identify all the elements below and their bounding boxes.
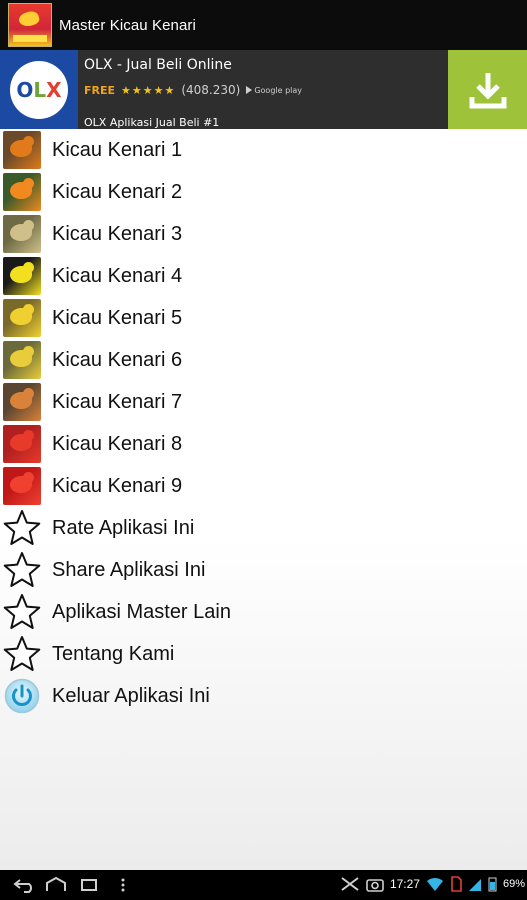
canary-thumbnail-icon [3, 215, 41, 253]
menu-dots-icon[interactable] [120, 877, 126, 893]
home-icon[interactable] [45, 877, 67, 893]
battery-icon [488, 877, 497, 892]
canary-thumbnail-icon [3, 341, 41, 379]
menu-item[interactable]: Kicau Kenari 3 [0, 213, 527, 255]
ad-description: OLX Aplikasi Jual Beli #1 [84, 116, 220, 129]
ad-rating-count: (408.230) [181, 83, 241, 97]
rating-stars-icon: ★★★★★ [121, 83, 176, 97]
star-icon [3, 593, 41, 631]
menu-item[interactable]: Kicau Kenari 7 [0, 381, 527, 423]
canary-thumbnail-icon [3, 383, 41, 421]
app-logo-icon[interactable] [8, 3, 52, 47]
menu-item[interactable]: Share Aplikasi Ini [0, 549, 527, 591]
usb-debug-icon [341, 877, 359, 891]
menu-item[interactable]: Rate Aplikasi Ini [0, 507, 527, 549]
menu-item-label: Kicau Kenari 2 [52, 180, 183, 203]
ad-meta-row: FREE ★★★★★ (408.230) Google play [84, 83, 302, 97]
menu-item[interactable]: Kicau Kenari 5 [0, 297, 527, 339]
star-icon [3, 551, 41, 589]
menu-list: Kicau Kenari 1 Kicau Kenari 2 Kicau Kenari… [0, 129, 527, 717]
menu-item[interactable]: Aplikasi Master Lain [0, 591, 527, 633]
system-navigation-bar: 17:27 69% [0, 870, 527, 900]
star-icon [3, 635, 41, 673]
menu-item[interactable]: Kicau Kenari 8 [0, 423, 527, 465]
download-button[interactable] [448, 50, 527, 129]
signal-icon [468, 879, 481, 891]
power-icon [3, 677, 41, 715]
menu-item-label: Kicau Kenari 7 [52, 390, 183, 413]
menu-item-label: Kicau Kenari 9 [52, 474, 183, 497]
menu-item-label: Rate Aplikasi Ini [52, 516, 195, 539]
menu-item-label: Kicau Kenari 5 [52, 306, 183, 329]
battery-percent: 69% [502, 878, 525, 890]
menu-item-label: Share Aplikasi Ini [52, 558, 206, 581]
menu-item-label: Aplikasi Master Lain [52, 600, 231, 623]
canary-thumbnail-icon [3, 299, 41, 337]
download-icon [469, 72, 506, 108]
canary-thumbnail-icon [3, 467, 41, 505]
action-bar: Master Kicau Kenari [0, 0, 527, 50]
menu-item-label: Kicau Kenari 1 [52, 138, 183, 161]
menu-item-label: Kicau Kenari 4 [52, 264, 183, 287]
menu-item[interactable]: Kicau Kenari 9 [0, 465, 527, 507]
google-play-badge: Google play [246, 86, 302, 95]
menu-item[interactable]: Kicau Kenari 4 [0, 255, 527, 297]
menu-item-label: Keluar Aplikasi Ini [52, 684, 210, 707]
wifi-icon [426, 877, 443, 891]
canary-thumbnail-icon [3, 425, 41, 463]
app-title: Master Kicau Kenari [59, 16, 196, 34]
menu-item[interactable]: Kicau Kenari 2 [0, 171, 527, 213]
menu-item-label: Kicau Kenari 3 [52, 222, 183, 245]
menu-item[interactable]: Tentang Kami [0, 633, 527, 675]
ad-title: OLX - Jual Beli Online [84, 57, 232, 73]
star-icon [3, 509, 41, 547]
menu-item[interactable]: Keluar Aplikasi Ini [0, 675, 527, 717]
canary-thumbnail-icon [3, 173, 41, 211]
no-sim-icon [451, 876, 462, 892]
canary-thumbnail-icon [3, 257, 41, 295]
menu-item-label: Tentang Kami [52, 642, 175, 665]
screenshot-icon [366, 879, 384, 892]
ad-free-label: FREE [84, 83, 116, 97]
olx-logo-icon: OLX [0, 50, 78, 129]
canary-thumbnail-icon [3, 131, 41, 169]
status-area: 17:27 69% [340, 876, 525, 892]
play-store-icon [246, 86, 253, 94]
menu-item[interactable]: Kicau Kenari 6 [0, 339, 527, 381]
clock: 17:27 [389, 877, 420, 891]
menu-item[interactable]: Kicau Kenari 1 [0, 129, 527, 171]
back-icon[interactable] [12, 877, 38, 893]
ad-banner[interactable]: OLX OLX - Jual Beli Online FREE ★★★★★ (4… [0, 50, 527, 129]
menu-item-label: Kicau Kenari 6 [52, 348, 183, 371]
recent-apps-icon[interactable] [80, 877, 100, 893]
menu-item-label: Kicau Kenari 8 [52, 432, 183, 455]
